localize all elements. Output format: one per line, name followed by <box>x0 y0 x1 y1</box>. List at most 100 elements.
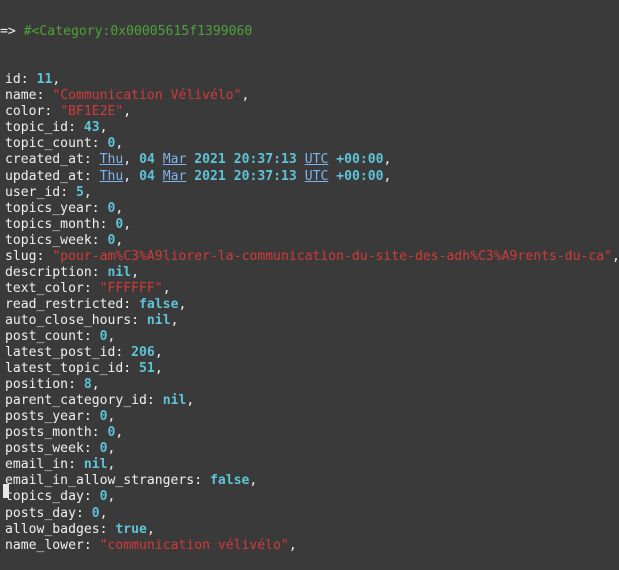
field-value: "pour-am%C3%A9liorer-la-communication-du… <box>52 248 613 264</box>
field-line-slug: slug: "pour-am%C3%A9liorer-la-communicat… <box>0 249 619 265</box>
separator: : <box>68 377 84 393</box>
comma: , <box>178 296 187 312</box>
field-line-email-in: email_in: nil, <box>0 457 619 473</box>
separator: : <box>83 168 100 184</box>
field-key: posts_week <box>5 441 84 457</box>
separator: : <box>91 232 108 248</box>
separator: : <box>99 521 116 537</box>
field-value: false <box>209 473 250 489</box>
date-separator <box>297 169 305 184</box>
comma: , <box>107 328 116 344</box>
date-tz: UTC <box>304 168 329 184</box>
field-line-posts-week: posts_week: 0, <box>0 441 619 457</box>
field-value: false <box>139 296 179 312</box>
field-key: color <box>5 104 45 120</box>
comma: , <box>170 312 179 328</box>
date-offset: +00:00 <box>336 168 384 184</box>
field-line-posts-month: posts_month: 0, <box>0 425 619 441</box>
date-separator: , <box>123 168 140 184</box>
field-line-color: color: "BF1E2E", <box>0 104 619 120</box>
field-line-topics-day: topics_day: 0, <box>0 489 619 505</box>
field-key: position <box>5 377 69 393</box>
field-line-id: id: 11, <box>0 72 619 88</box>
separator: : <box>83 280 100 296</box>
field-key: topic_id <box>5 120 69 136</box>
field-key: email_in <box>5 457 69 473</box>
prompt: => <box>0 24 24 40</box>
field-key: created_at <box>5 152 84 168</box>
field-key: topic_count <box>5 136 92 152</box>
field-value: 0 <box>91 505 100 521</box>
separator: : <box>83 441 100 457</box>
comma: , <box>99 505 108 521</box>
comma: , <box>107 409 116 425</box>
date-month: Mar <box>162 152 187 168</box>
field-line-user-id: user_id: 5, <box>0 185 619 201</box>
field-key: latest_topic_id <box>5 361 124 377</box>
field-key: name <box>5 88 37 104</box>
field-line-allow-badges: allow_badges: true, <box>0 522 619 538</box>
field-key: updated_at <box>5 168 84 184</box>
field-value: 0 <box>99 489 108 505</box>
date-month: Mar <box>162 168 187 184</box>
comma: , <box>612 249 619 264</box>
comma: , <box>154 361 163 377</box>
comma: , <box>115 232 124 248</box>
field-line-topic-count: topic_count: 0, <box>0 136 619 152</box>
field-value: nil <box>107 264 132 280</box>
comma: , <box>115 200 124 216</box>
field-line-latest-topic-id: latest_topic_id: 51, <box>0 361 619 377</box>
field-value: 0 <box>99 328 108 344</box>
separator: : <box>91 425 108 441</box>
separator: : <box>68 457 84 473</box>
comma: , <box>115 136 124 152</box>
separator: : <box>91 136 108 152</box>
comma: , <box>288 537 297 553</box>
field-line-name-lower: name_lower: "communication vélivélo", <box>0 538 619 554</box>
date-separator <box>297 152 305 167</box>
date-year: 2021 <box>194 168 226 184</box>
field-line-post-count: post_count: 0, <box>0 329 619 345</box>
field-line-posts-day: posts_day: 0, <box>0 506 619 522</box>
separator: : <box>146 393 163 409</box>
field-key: email_in_allow_strangers <box>5 473 195 489</box>
separator: : <box>123 361 140 377</box>
comma: , <box>107 489 116 505</box>
object-header: #<Category:0x00005615f1399060 <box>23 24 253 40</box>
comma: , <box>107 457 116 473</box>
field-line-parent-category-id: parent_category_id: nil, <box>0 393 619 409</box>
comma: , <box>383 152 392 168</box>
field-key: topics_day <box>5 489 84 505</box>
comma: , <box>154 345 163 361</box>
comma: , <box>162 280 171 296</box>
field-value: "communication vélivélo" <box>99 537 289 553</box>
field-line-latest-post-id: latest_post_id: 206, <box>0 345 619 361</box>
prompt-line: => #<Category:0x00005615f1399060 <box>0 24 619 40</box>
separator: : <box>123 296 140 312</box>
field-line-topics-week: topics_week: 0, <box>0 233 619 249</box>
field-line-auto-close-hours: auto_close_hours: nil, <box>0 313 619 329</box>
separator: : <box>60 184 76 200</box>
field-line-read-restricted: read_restricted: false, <box>0 297 619 313</box>
separator: : <box>131 312 147 328</box>
field-value: 11 <box>36 72 53 88</box>
date-separator <box>226 169 234 184</box>
separator: : <box>20 72 37 88</box>
text-cursor <box>3 484 9 498</box>
field-line-topic-id: topic_id: 43, <box>0 120 619 136</box>
field-value: 0 <box>99 409 108 425</box>
field-key: read_restricted <box>5 296 124 312</box>
comma: , <box>131 264 140 280</box>
field-key: auto_close_hours <box>5 312 132 328</box>
field-line-text-color: text_color: "FFFFFF", <box>0 281 619 297</box>
field-line-posts-year: posts_year: 0, <box>0 409 619 425</box>
terminal-output[interactable]: => #<Category:0x00005615f1399060 id: 11,… <box>0 0 619 553</box>
field-line-email-in-allow-strangers: email_in_allow_strangers: false, <box>0 473 619 489</box>
separator: : <box>75 505 92 521</box>
field-key: allow_badges <box>5 521 100 537</box>
date-date: 04 <box>139 152 155 168</box>
separator: : <box>36 88 53 104</box>
comma: , <box>99 120 108 136</box>
date-day: Thu <box>99 168 124 184</box>
field-value: 5 <box>75 184 84 200</box>
